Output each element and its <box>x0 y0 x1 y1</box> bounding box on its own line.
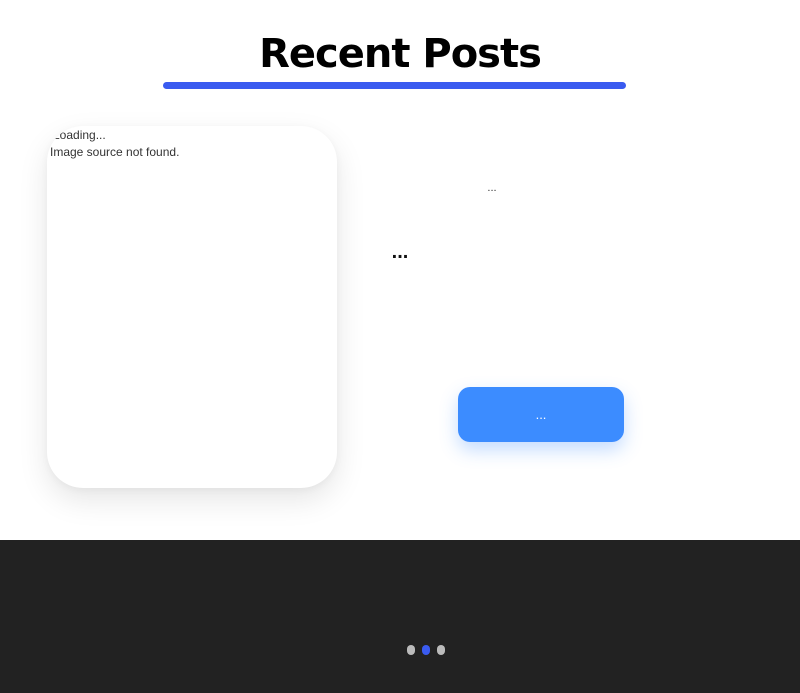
carousel-dot-active[interactable] <box>422 645 430 655</box>
page: Recent Posts Loading... Image source not… <box>0 0 800 693</box>
carousel-dot[interactable] <box>437 645 445 655</box>
heading-underline <box>163 82 626 89</box>
carousel-dots <box>407 645 445 655</box>
footer <box>0 540 800 693</box>
image-loading-text: Loading... <box>53 128 106 142</box>
carousel-dot[interactable] <box>407 645 415 655</box>
section-heading: Recent Posts <box>259 31 542 77</box>
image-missing-text: Image source not found. <box>50 145 180 159</box>
post-title: ... <box>391 241 409 263</box>
read-more-button[interactable]: ... <box>458 387 624 442</box>
post-image-card[interactable]: Loading... Image source not found. <box>47 126 337 488</box>
post-meta: ... <box>487 182 497 194</box>
